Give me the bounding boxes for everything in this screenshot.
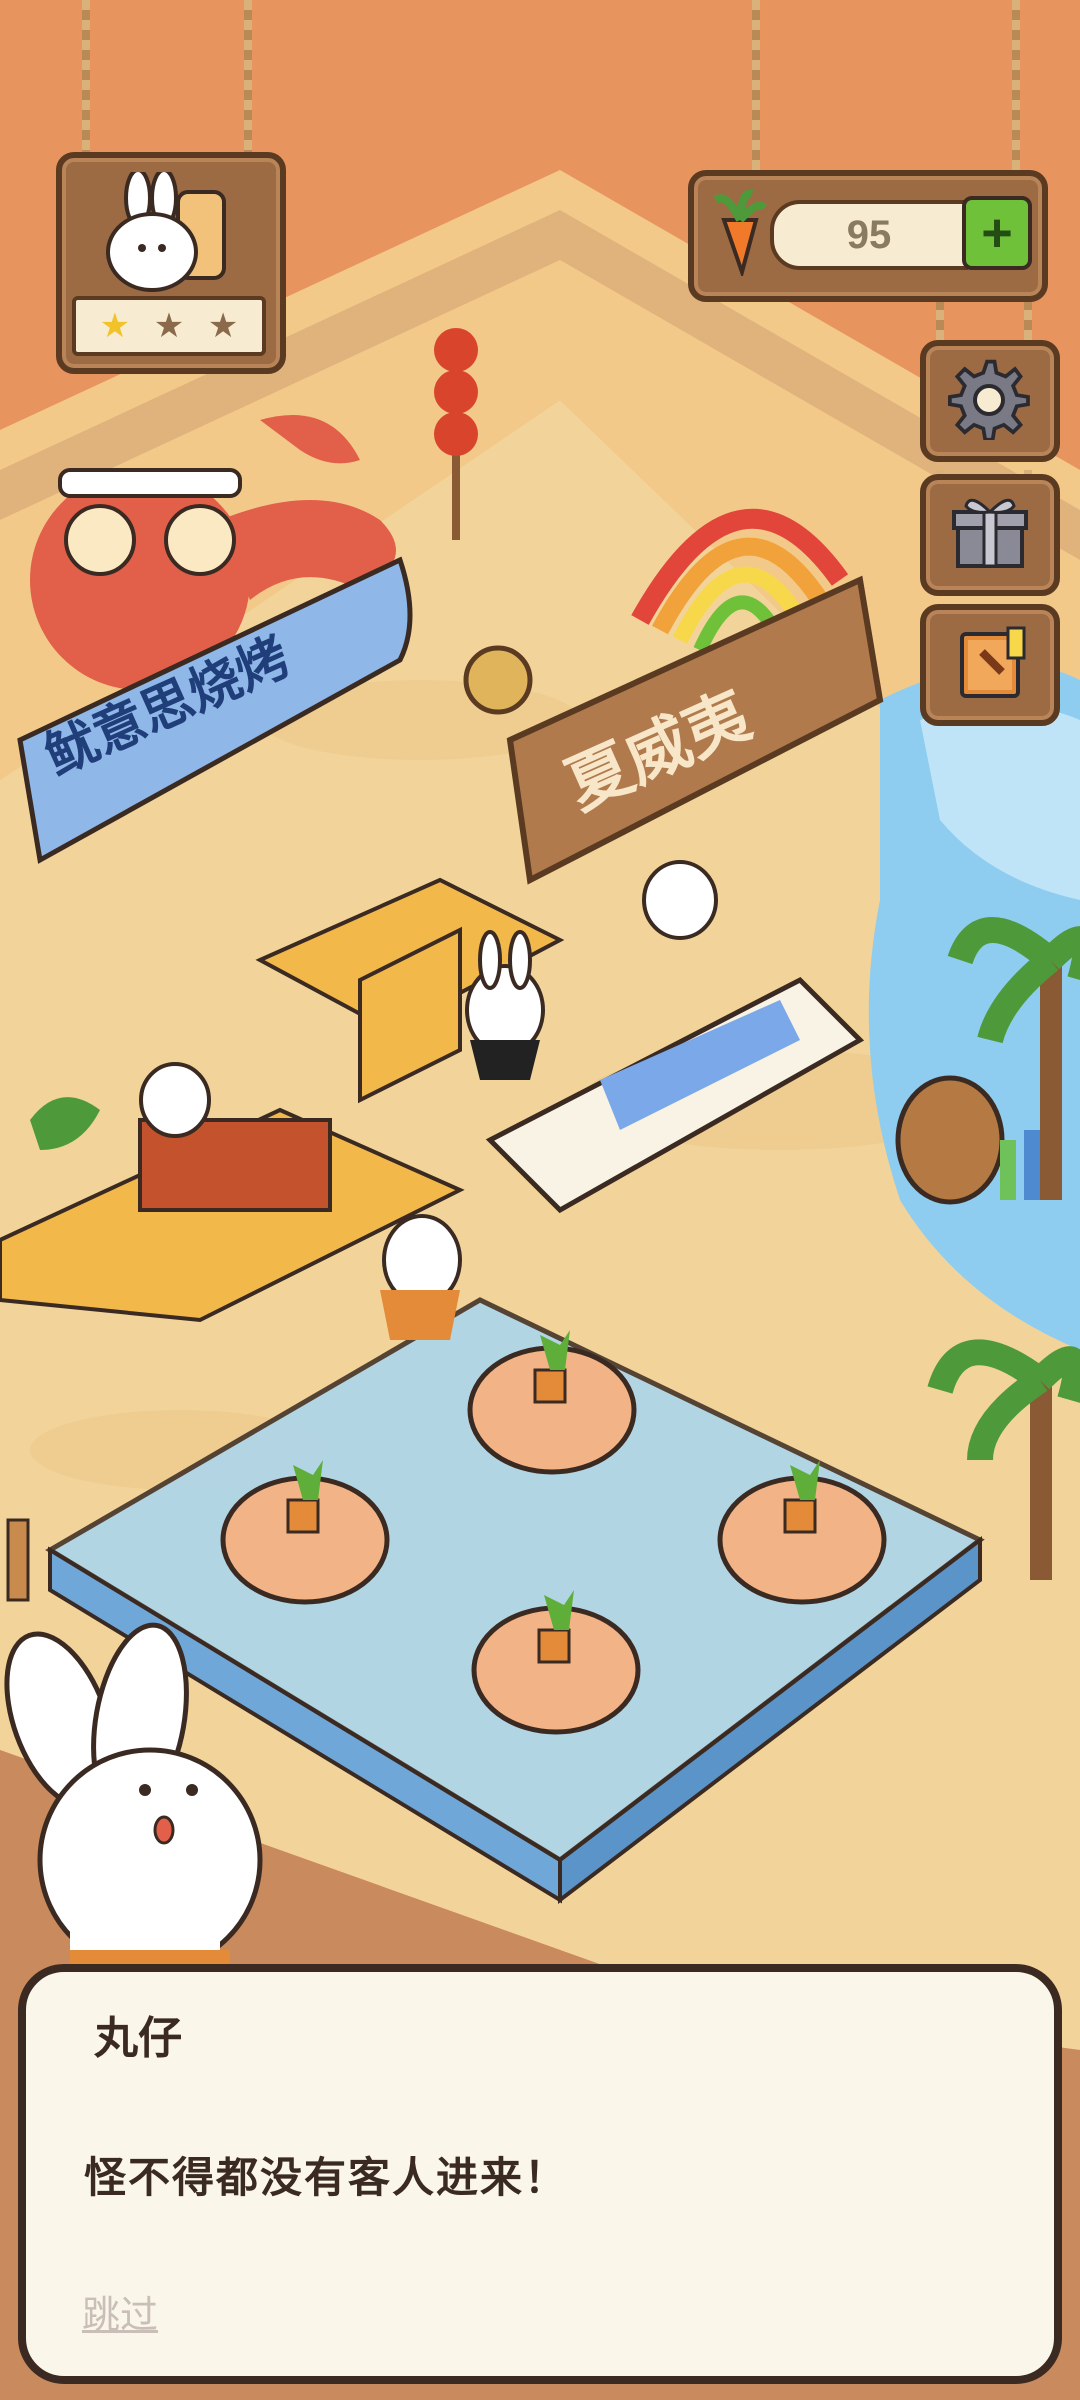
star-filled-icon: ★ xyxy=(99,307,131,345)
speaker-name: 丸仔 xyxy=(94,2014,182,2063)
carrot-icon xyxy=(706,186,776,279)
star-empty-icon: ★ xyxy=(153,307,185,345)
settings-button[interactable] xyxy=(920,340,1060,462)
gift-icon xyxy=(950,492,1030,577)
gift-button[interactable] xyxy=(920,474,1060,596)
skip-button[interactable]: 跳过 xyxy=(82,2284,158,2339)
restaurant-rating-badge[interactable]: ★ ★ ★ xyxy=(56,152,286,374)
plus-icon: + xyxy=(981,203,1013,263)
bunny-bread-icon xyxy=(98,168,238,292)
carrot-count-field: 95 xyxy=(770,200,968,270)
rating-stars: ★ ★ ★ xyxy=(72,296,266,356)
star-empty-icon: ★ xyxy=(207,307,239,345)
gear-icon xyxy=(948,356,1032,445)
carrot-count: 95 xyxy=(846,212,892,257)
recipe-book-icon xyxy=(952,622,1032,707)
dialog-box[interactable]: 丸仔 怪不得都没有客人进来！ 跳过 xyxy=(18,1964,1062,2384)
carrot-currency-panel: 95 + xyxy=(688,170,1048,302)
menu-book-button[interactable] xyxy=(920,604,1060,726)
dialog-text: 怪不得都没有客人进来！ xyxy=(84,2154,569,2201)
add-carrots-button[interactable]: + xyxy=(962,196,1032,270)
